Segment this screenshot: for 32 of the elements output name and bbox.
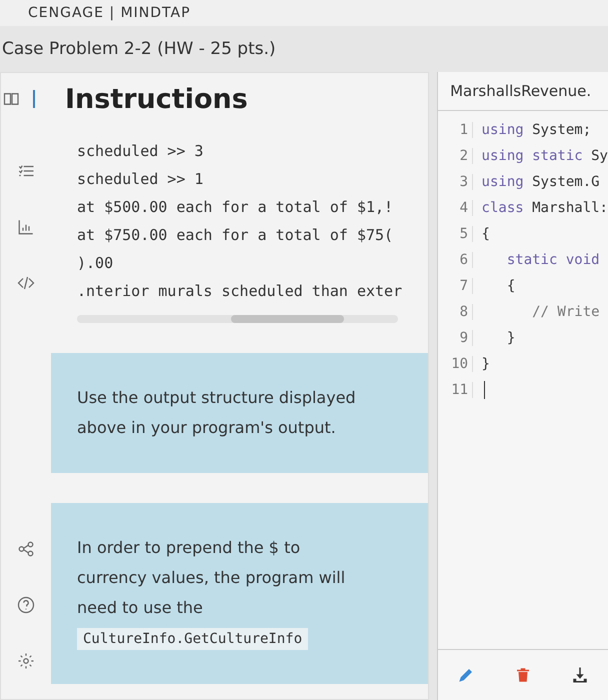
instructions-heading: Instructions (65, 84, 248, 114)
output-line: at $500.00 each for a total of $1,! (77, 197, 394, 218)
horizontal-scrollbar[interactable] (77, 315, 398, 323)
code-line: 2 using static Sy (438, 143, 608, 169)
code-line: 8 // Write (438, 299, 608, 325)
code-line: 7 { (438, 273, 608, 299)
code-line: 4 class Marshall: (438, 195, 608, 221)
code-line: 11 (438, 377, 608, 403)
file-tab[interactable]: MarshallsRevenue. (438, 72, 608, 111)
code-editor[interactable]: MarshallsRevenue. 1 using System; 2 using static Sy 3 using System.G 4 class Marshall: 5 { 6 static void 7 { 8 // Write 9 } 10 } 11 (437, 72, 608, 700)
share-icon (17, 540, 35, 558)
output-line: scheduled >> 1 (77, 169, 204, 190)
settings-icon (17, 652, 35, 670)
download-icon[interactable] (570, 666, 589, 684)
note-text: In order to prepend the $ to currency values, the program will need to use the CultureInfo.GetCultureInfo (77, 533, 367, 654)
help-icon (17, 596, 35, 614)
output-line: ).00 (77, 253, 114, 274)
code-line: 1 using System; (438, 117, 608, 143)
brand-logo-text: CENGAGE | MINDTAP (0, 0, 608, 26)
note-text: Use the output structure displayed above in your program's output. (77, 387, 357, 439)
assignment-title: Case Problem 2-2 (HW - 25 pts.) (1, 38, 277, 61)
output-line: .nterior murals scheduled than exter (77, 281, 404, 302)
code-line: 6 static void (438, 247, 608, 273)
code-line: 5 { (438, 221, 608, 247)
code-icon (17, 274, 35, 292)
code-line: 3 using System.G (438, 169, 608, 195)
book-icon (3, 90, 21, 108)
output-line: at $750.00 each for a total of $75( (77, 225, 394, 246)
code-line: 9 } (438, 325, 608, 351)
chart-icon (17, 218, 35, 236)
code-line: 10 } (438, 351, 608, 377)
output-line: scheduled >> 3 (77, 141, 204, 162)
